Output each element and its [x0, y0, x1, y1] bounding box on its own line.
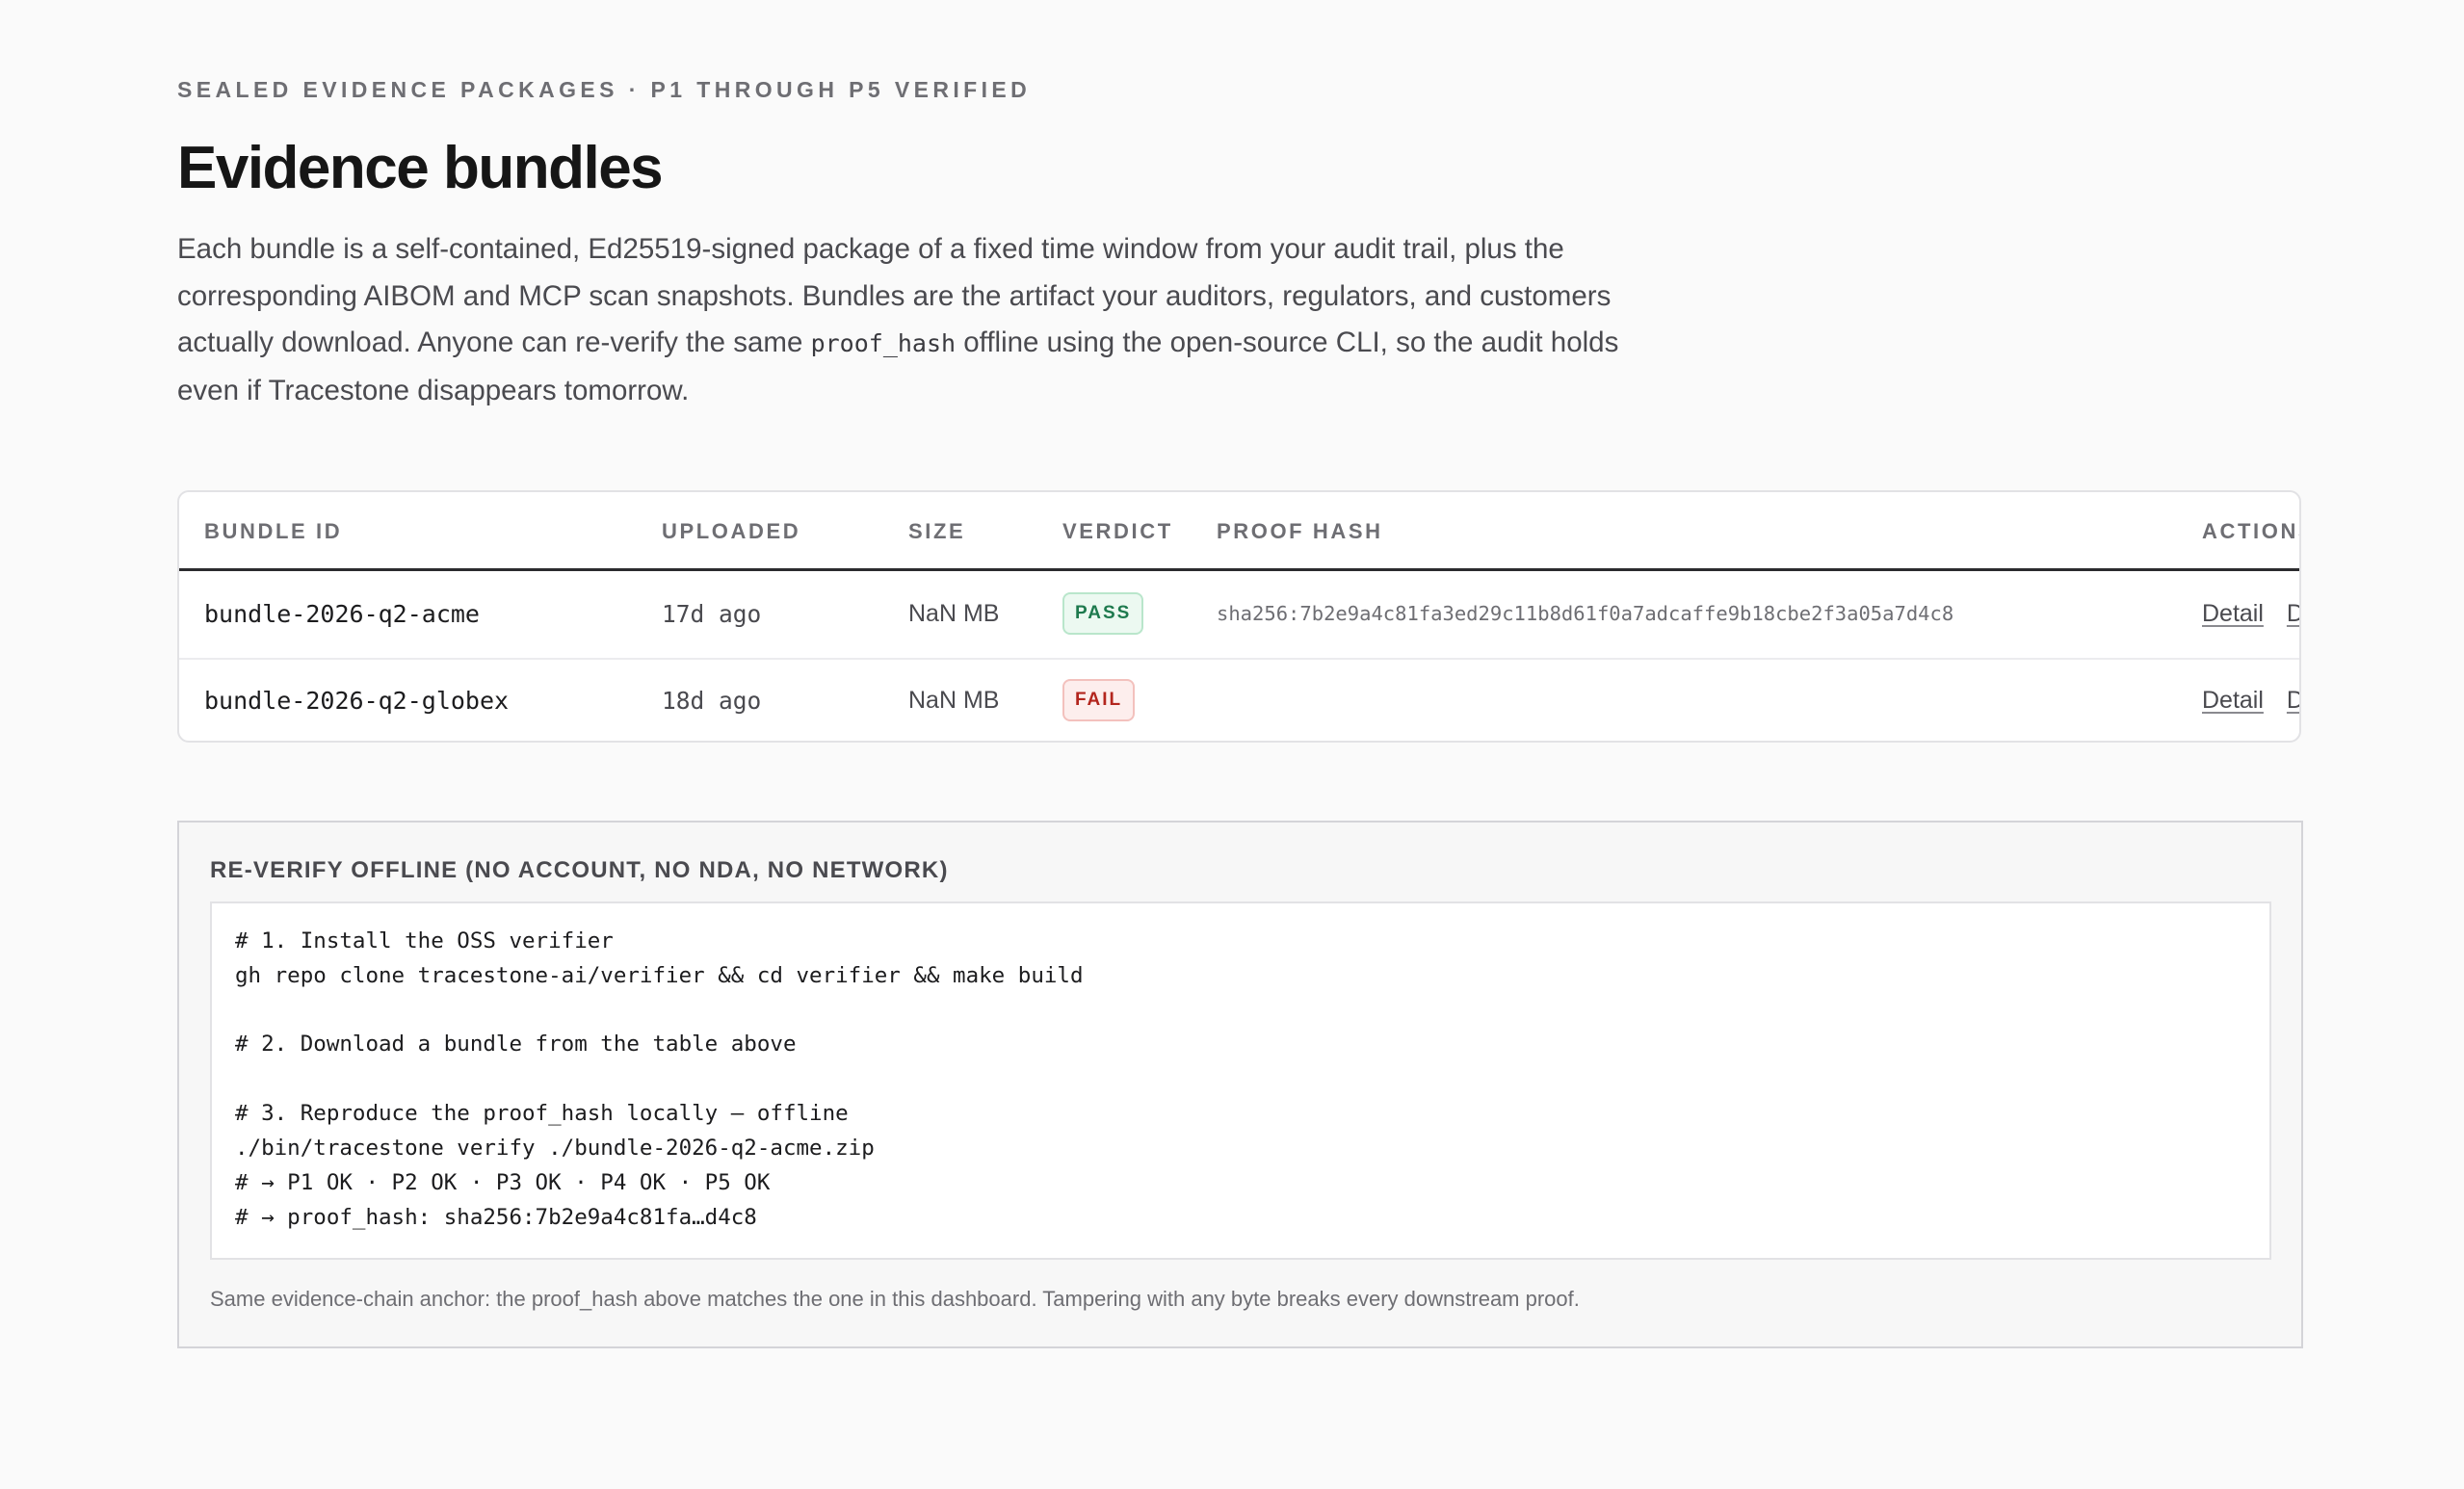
reverify-title: RE-VERIFY OFFLINE (NO ACCOUNT, NO NDA, N…: [210, 857, 949, 883]
size-cell: NaN MB: [908, 599, 1000, 627]
verdict-cell: FAIL: [1062, 658, 1136, 741]
table-header: BUNDLE ID UPLOADED SIZE VERDICT PROOF HA…: [179, 492, 2299, 571]
actions-cell: Detail Download: [2202, 571, 2299, 656]
column-header-verdict: VERDICT: [1062, 519, 1173, 543]
intro-code-proof-hash: proof_hash: [810, 329, 957, 357]
verify-code-block[interactable]: # 1. Install the OSS verifier gh repo cl…: [210, 901, 2271, 1260]
page-title: Evidence bundles: [177, 135, 664, 201]
bundles-table: BUNDLE ID UPLOADED SIZE VERDICT PROOF HA…: [177, 490, 2301, 743]
column-header-proof-hash: PROOF HASH: [1217, 519, 1383, 543]
column-header-actions: ACTIONS: [2202, 519, 2299, 543]
code-line: # 3. Reproduce the proof_hash locally — …: [235, 1101, 849, 1126]
bundle-id-cell: bundle-2026-q2-acme: [204, 599, 480, 628]
proof-hash-cell: sha256:7b2e9a4c81fa3ed29c11b8d61f0a7adca…: [1217, 602, 1954, 625]
code-line: # → P1 OK · P2 OK · P3 OK · P4 OK · P5 O…: [235, 1170, 771, 1195]
verdict-fail-badge: FAIL: [1062, 679, 1136, 721]
verdict-pass-badge: PASS: [1062, 592, 1144, 635]
column-header-bundle-id: BUNDLE ID: [204, 519, 343, 543]
code-line: ./bin/tracestone verify ./bundle-2026-q2…: [235, 1136, 875, 1161]
uploaded-cell: 17d ago: [662, 599, 762, 628]
column-header-uploaded: UPLOADED: [662, 519, 801, 543]
code-line: # → proof_hash: sha256:7b2e9a4c81fa…d4c8: [235, 1205, 757, 1230]
size-cell: NaN MB: [908, 686, 1000, 714]
detail-link[interactable]: Detail: [2202, 600, 2264, 628]
detail-link[interactable]: Detail: [2202, 687, 2264, 715]
reverify-footnote: Same evidence-chain anchor: the proof_ha…: [210, 1287, 1580, 1311]
code-line: # 1. Install the OSS verifier: [235, 928, 614, 953]
page-eyebrow: SEALED EVIDENCE PACKAGES · P1 THROUGH P5…: [177, 77, 1032, 102]
download-link[interactable]: Download: [2287, 687, 2299, 715]
table-row: bundle-2026-q2-acme 17d ago NaN MB PASS …: [179, 571, 2299, 660]
download-link[interactable]: Download: [2287, 600, 2299, 628]
actions-cell: Detail Download: [2202, 658, 2299, 741]
column-header-size: SIZE: [908, 519, 966, 543]
bundle-id-cell: bundle-2026-q2-globex: [204, 686, 510, 715]
table-row: bundle-2026-q2-globex 18d ago NaN MB FAI…: [179, 658, 2299, 741]
code-line: # 2. Download a bundle from the table ab…: [235, 1032, 797, 1057]
uploaded-cell: 18d ago: [662, 686, 762, 715]
page-intro: Each bundle is a self-contained, Ed25519…: [177, 226, 1661, 414]
verdict-cell: PASS: [1062, 571, 1144, 656]
reverify-offline-panel: RE-VERIFY OFFLINE (NO ACCOUNT, NO NDA, N…: [177, 821, 2303, 1348]
code-line: gh repo clone tracestone-ai/verifier && …: [235, 963, 1084, 988]
